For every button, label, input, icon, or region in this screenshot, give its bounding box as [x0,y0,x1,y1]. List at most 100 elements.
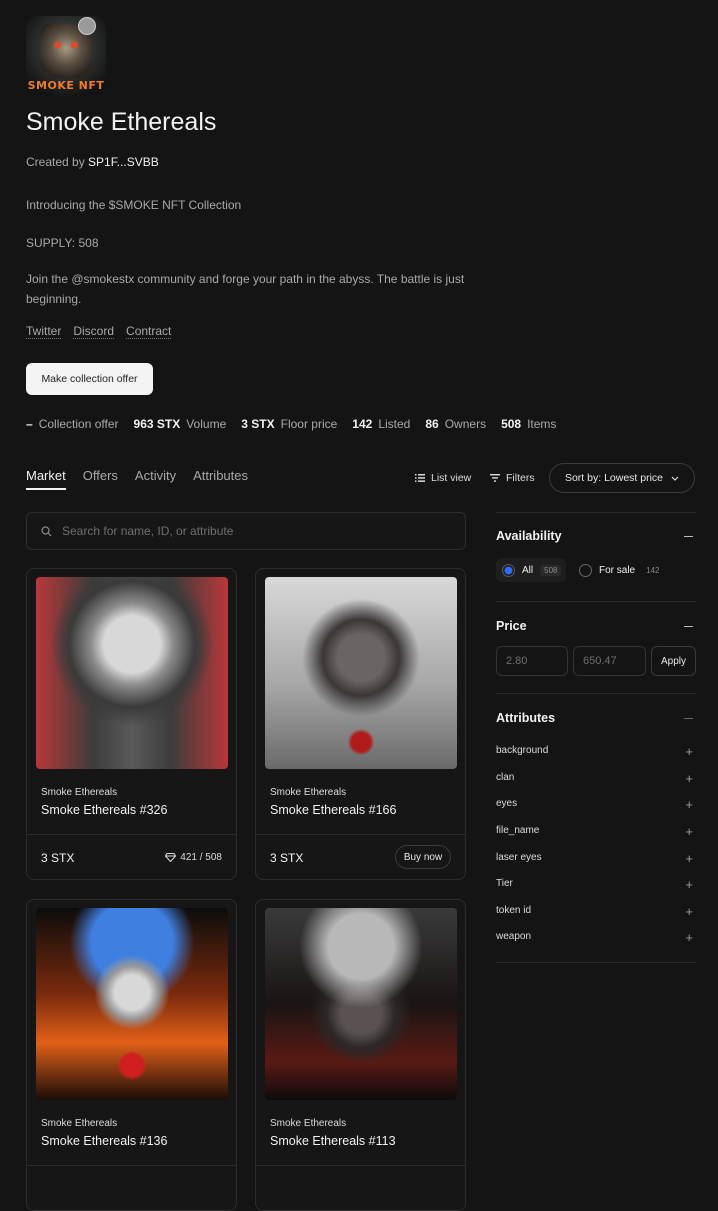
rarity-rank-value: 421 / 508 [180,852,222,863]
sort-dropdown[interactable]: Sort by: Lowest price [549,463,695,493]
stat-value: – [26,417,33,431]
nft-image[interactable] [265,908,457,1100]
attribute-filter-item[interactable]: Tier + [496,877,696,892]
verified-badge-icon [78,17,96,35]
tab-market[interactable]: Market [26,468,66,490]
availability-for-sale-option[interactable]: For sale 142 [579,558,663,582]
diamond-icon [165,853,177,862]
buy-now-button[interactable]: Buy now [395,845,451,869]
attribute-filter-item[interactable]: eyes + [496,797,696,812]
attribute-filter-item[interactable]: weapon + [496,930,696,945]
plus-icon[interactable]: + [685,797,693,812]
tab-activity[interactable]: Activity [135,468,176,490]
stat-label: Listed [378,417,411,431]
radio-unselected-icon[interactable] [579,563,592,577]
collapse-price-icon[interactable] [684,626,693,627]
sidebar-divider [496,601,696,602]
filters-button[interactable]: Filters [490,472,535,484]
sidebar-divider [496,962,696,963]
tab-attributes[interactable]: Attributes [193,468,248,490]
plus-icon[interactable]: + [685,824,693,839]
card-price: 3 STX [41,851,75,865]
card-divider [256,1165,465,1166]
collection-about: Join the @smokestx community and forge y… [26,272,465,306]
rarity-rank: 421 / 508 [165,852,222,863]
search-icon [41,525,52,536]
card-divider [256,834,465,835]
filter-icon [490,474,500,482]
plus-icon[interactable]: + [685,744,693,759]
stat-label: Collection offer [38,417,119,431]
filters-label: Filters [506,472,535,484]
list-view-button[interactable]: List view [415,472,471,484]
attribute-label: clan [496,772,515,783]
nft-card[interactable]: Smoke Ethereals Smoke Ethereals #166 3 S… [255,568,466,880]
attributes-heading[interactable]: Attributes [496,711,555,725]
list-view-label: List view [431,472,472,484]
plus-icon[interactable]: + [685,930,693,945]
radio-selected-icon[interactable] [502,563,515,577]
tab-offers[interactable]: Offers [83,468,118,490]
attribute-filter-item[interactable]: laser eyes + [496,851,696,866]
chevron-down-icon [671,476,679,481]
search-input[interactable]: Search for name, ID, or attribute [62,524,233,538]
attribute-label: token id [496,905,532,916]
plus-icon[interactable]: + [685,771,693,786]
make-collection-offer-button[interactable]: Make collection offer [26,363,153,395]
market-tabs: Market Offers Activity Attributes [26,468,248,490]
stat-label: Floor price [280,417,338,431]
nft-image[interactable] [36,908,228,1100]
price-heading[interactable]: Price [496,619,527,633]
nft-image[interactable] [265,577,457,769]
sidebar-divider [496,693,696,694]
collection-links: Twitter Discord Contract [26,324,172,339]
collapse-attributes-icon[interactable] [684,718,693,719]
attribute-filter-item[interactable]: file_name + [496,824,696,839]
creator-link[interactable]: SP1F...SVBB [88,155,159,169]
plus-icon[interactable]: + [685,904,693,919]
contract-link[interactable]: Contract [126,324,172,339]
nft-card[interactable]: Smoke Ethereals Smoke Ethereals #113 [255,899,466,1211]
collapse-availability-icon[interactable] [684,536,693,537]
attribute-filter-item[interactable]: clan + [496,771,696,786]
apply-price-button[interactable]: Apply [651,646,696,676]
max-price-input[interactable]: 650.47 [573,646,646,676]
glowing-eyes-art [52,42,80,48]
attribute-filter-item[interactable]: background + [496,744,696,759]
stat-label: Items [527,417,557,431]
collection-intro: Introducing the $SMOKE NFT Collection [26,198,242,212]
card-collection-name: Smoke Ethereals [41,1118,118,1129]
nft-card[interactable]: Smoke Ethereals Smoke Ethereals #136 [26,899,237,1211]
availability-heading[interactable]: Availability [496,529,562,543]
attribute-filter-item[interactable]: token id + [496,904,696,919]
attribute-label: weapon [496,931,532,942]
card-item-name: Smoke Ethereals #136 [41,1134,168,1148]
min-price-input[interactable]: 2.80 [496,646,568,676]
availability-all-label: All [522,564,534,576]
sidebar-divider [496,512,696,513]
stat-label: Volume [186,417,227,431]
availability-all-option[interactable]: All 508 [496,558,566,582]
twitter-link[interactable]: Twitter [26,324,62,339]
availability-all-count: 508 [540,564,562,576]
collection-supply: SUPPLY: 508 [26,236,99,250]
stat-value: 3 STX [241,417,275,431]
card-price: 3 STX [270,851,304,865]
attribute-label: file_name [496,825,540,836]
nft-card[interactable]: Smoke Ethereals Smoke Ethereals #326 3 S… [26,568,237,880]
nft-image[interactable] [36,577,228,769]
card-collection-name: Smoke Ethereals [270,787,347,798]
card-collection-name: Smoke Ethereals [270,1118,347,1129]
created-by-label: Created by [26,155,85,169]
stat-label: Owners [444,417,487,431]
search-field[interactable]: Search for name, ID, or attribute [26,512,466,550]
sort-label: Sort by: Lowest price [564,472,664,484]
plus-icon[interactable]: + [685,851,693,866]
created-by: Created by SP1F...SVBB [26,155,159,169]
logo-wordmark: SMOKE NFT [27,79,105,92]
collection-title: Smoke Ethereals [26,108,217,136]
card-item-name: Smoke Ethereals #326 [41,803,168,817]
attribute-label: laser eyes [496,852,542,863]
plus-icon[interactable]: + [685,877,693,892]
discord-link[interactable]: Discord [73,324,115,339]
